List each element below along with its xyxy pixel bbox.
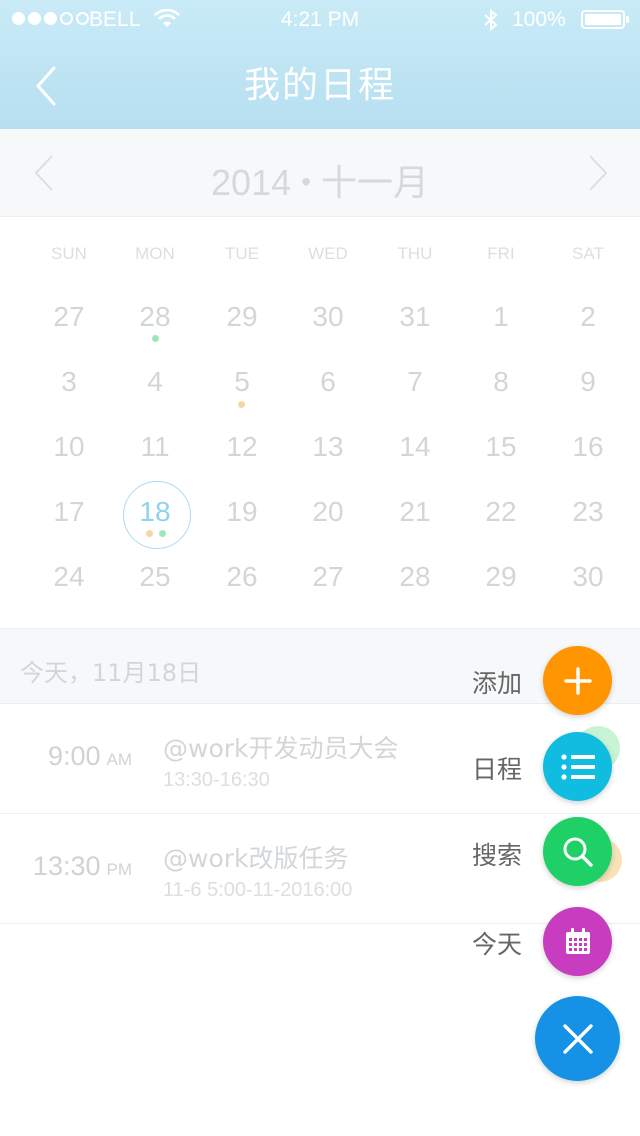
event-marker-dot [238, 401, 245, 408]
fab-label-schedule[interactable]: 日程 [432, 750, 522, 786]
fab-close-button[interactable] [535, 996, 620, 1081]
event-marker-dot [159, 530, 166, 537]
event-period: PM [106, 860, 133, 879]
event-time: 9:00 AM [47, 741, 133, 771]
close-icon [562, 1023, 593, 1054]
calendar-day[interactable]: 1 [458, 297, 544, 359]
weekday-label: WED [308, 244, 348, 263]
page-title: 我的日程 [243, 65, 396, 106]
calendar-day[interactable]: 27 [26, 297, 112, 359]
calendar-day[interactable]: 29 [199, 297, 285, 359]
event-period: AM [106, 750, 133, 769]
calendar-day[interactable]: 17 [26, 492, 112, 554]
battery-icon [581, 10, 629, 29]
calendar-day[interactable]: 25 [112, 557, 198, 619]
event-row[interactable]: 13:30 PM @work改版任务 11-6 5:00-11-2016:00 [0, 813, 640, 924]
calendar-day[interactable]: 14 [372, 427, 458, 489]
calendar-day[interactable]: 10 [26, 427, 112, 489]
calendar-day[interactable]: 6 [285, 362, 371, 424]
month-label: 十一月 [320, 163, 429, 204]
event-title: @work开发动员大会 [163, 734, 399, 763]
calendar-day[interactable]: 11 [112, 427, 198, 489]
weekday-label: FRI [487, 244, 515, 263]
event-title: @work改版任务 [163, 844, 349, 873]
separator-dot: • [301, 166, 311, 197]
fab-add-button[interactable] [543, 646, 612, 715]
plus-icon [563, 666, 592, 695]
weekday-label: TUE [225, 244, 259, 263]
weekday-label: MON [135, 244, 175, 263]
battery-percentage: 100% [512, 8, 566, 31]
fab-schedule-button[interactable] [543, 732, 612, 801]
month-navigator: 2014 • 十一月 [0, 129, 640, 217]
bluetooth-icon [484, 8, 498, 32]
calendar-day[interactable]: 5 [199, 362, 285, 424]
calendar-day[interactable]: 8 [458, 362, 544, 424]
weekday-label: SAT [572, 244, 604, 263]
calendar-day[interactable]: 22 [458, 492, 544, 554]
calendar-day[interactable]: 20 [285, 492, 371, 554]
list-icon [560, 753, 595, 780]
calendar-day[interactable]: 9 [545, 362, 631, 424]
fab-label-today[interactable]: 今天 [432, 925, 522, 961]
event-marker-dot [152, 335, 159, 342]
calendar-day[interactable]: 13 [285, 427, 371, 489]
year-label: 2014 [211, 162, 292, 203]
calendar-day-selected[interactable]: 18 [112, 492, 198, 554]
weekday-header: SUN MON TUE WED THU FRI SAT [0, 232, 640, 272]
calendar-day[interactable]: 4 [112, 362, 198, 424]
calendar-day[interactable]: 27 [285, 557, 371, 619]
calendar-day[interactable]: 21 [372, 492, 458, 554]
event-marker-dot [146, 530, 153, 537]
weekday-label: THU [397, 244, 433, 263]
calendar-day[interactable]: 30 [285, 297, 371, 359]
calendar-day[interactable]: 3 [26, 362, 112, 424]
calendar-day[interactable]: 7 [372, 362, 458, 424]
calendar-day[interactable]: 15 [458, 427, 544, 489]
fab-search-button[interactable] [543, 817, 612, 886]
agenda-date-label: 今天，11月18日 [20, 659, 202, 687]
calendar-icon [565, 927, 590, 954]
calendar-day[interactable]: 19 [199, 492, 285, 554]
next-month-icon[interactable] [582, 153, 612, 193]
calendar-day[interactable]: 31 [372, 297, 458, 359]
calendar-day[interactable]: 28 [372, 557, 458, 619]
calendar-day[interactable]: 26 [199, 557, 285, 619]
event-time: 13:30 PM [32, 851, 133, 881]
agenda-date-header: 今天，11月18日 [0, 628, 640, 704]
event-detail: 11-6 5:00-11-2016:00 [163, 879, 353, 901]
calendar-day[interactable]: 2 [545, 297, 631, 359]
calendar-day[interactable]: 29 [458, 557, 544, 619]
fab-label-add[interactable]: 添加 [432, 664, 522, 700]
fab-label-search[interactable]: 搜索 [432, 836, 522, 872]
calendar-day[interactable]: 30 [545, 557, 631, 619]
month-title: 2014 • 十一月 [0, 154, 640, 206]
calendar-day[interactable]: 12 [199, 427, 285, 489]
status-bar: BELL 4:21 PM 100% [0, 0, 640, 40]
calendar-day[interactable]: 16 [545, 427, 631, 489]
calendar-day[interactable]: 24 [26, 557, 112, 619]
fab-today-button[interactable] [543, 907, 612, 976]
weekday-label: SUN [51, 244, 87, 263]
event-detail: 13:30-16:30 [163, 769, 270, 791]
navigation-header: BELL 4:21 PM 100% 我的日程 [0, 0, 640, 129]
calendar-day[interactable]: 28 [112, 297, 198, 359]
calendar-day[interactable]: 23 [545, 492, 631, 554]
search-icon [563, 837, 593, 867]
